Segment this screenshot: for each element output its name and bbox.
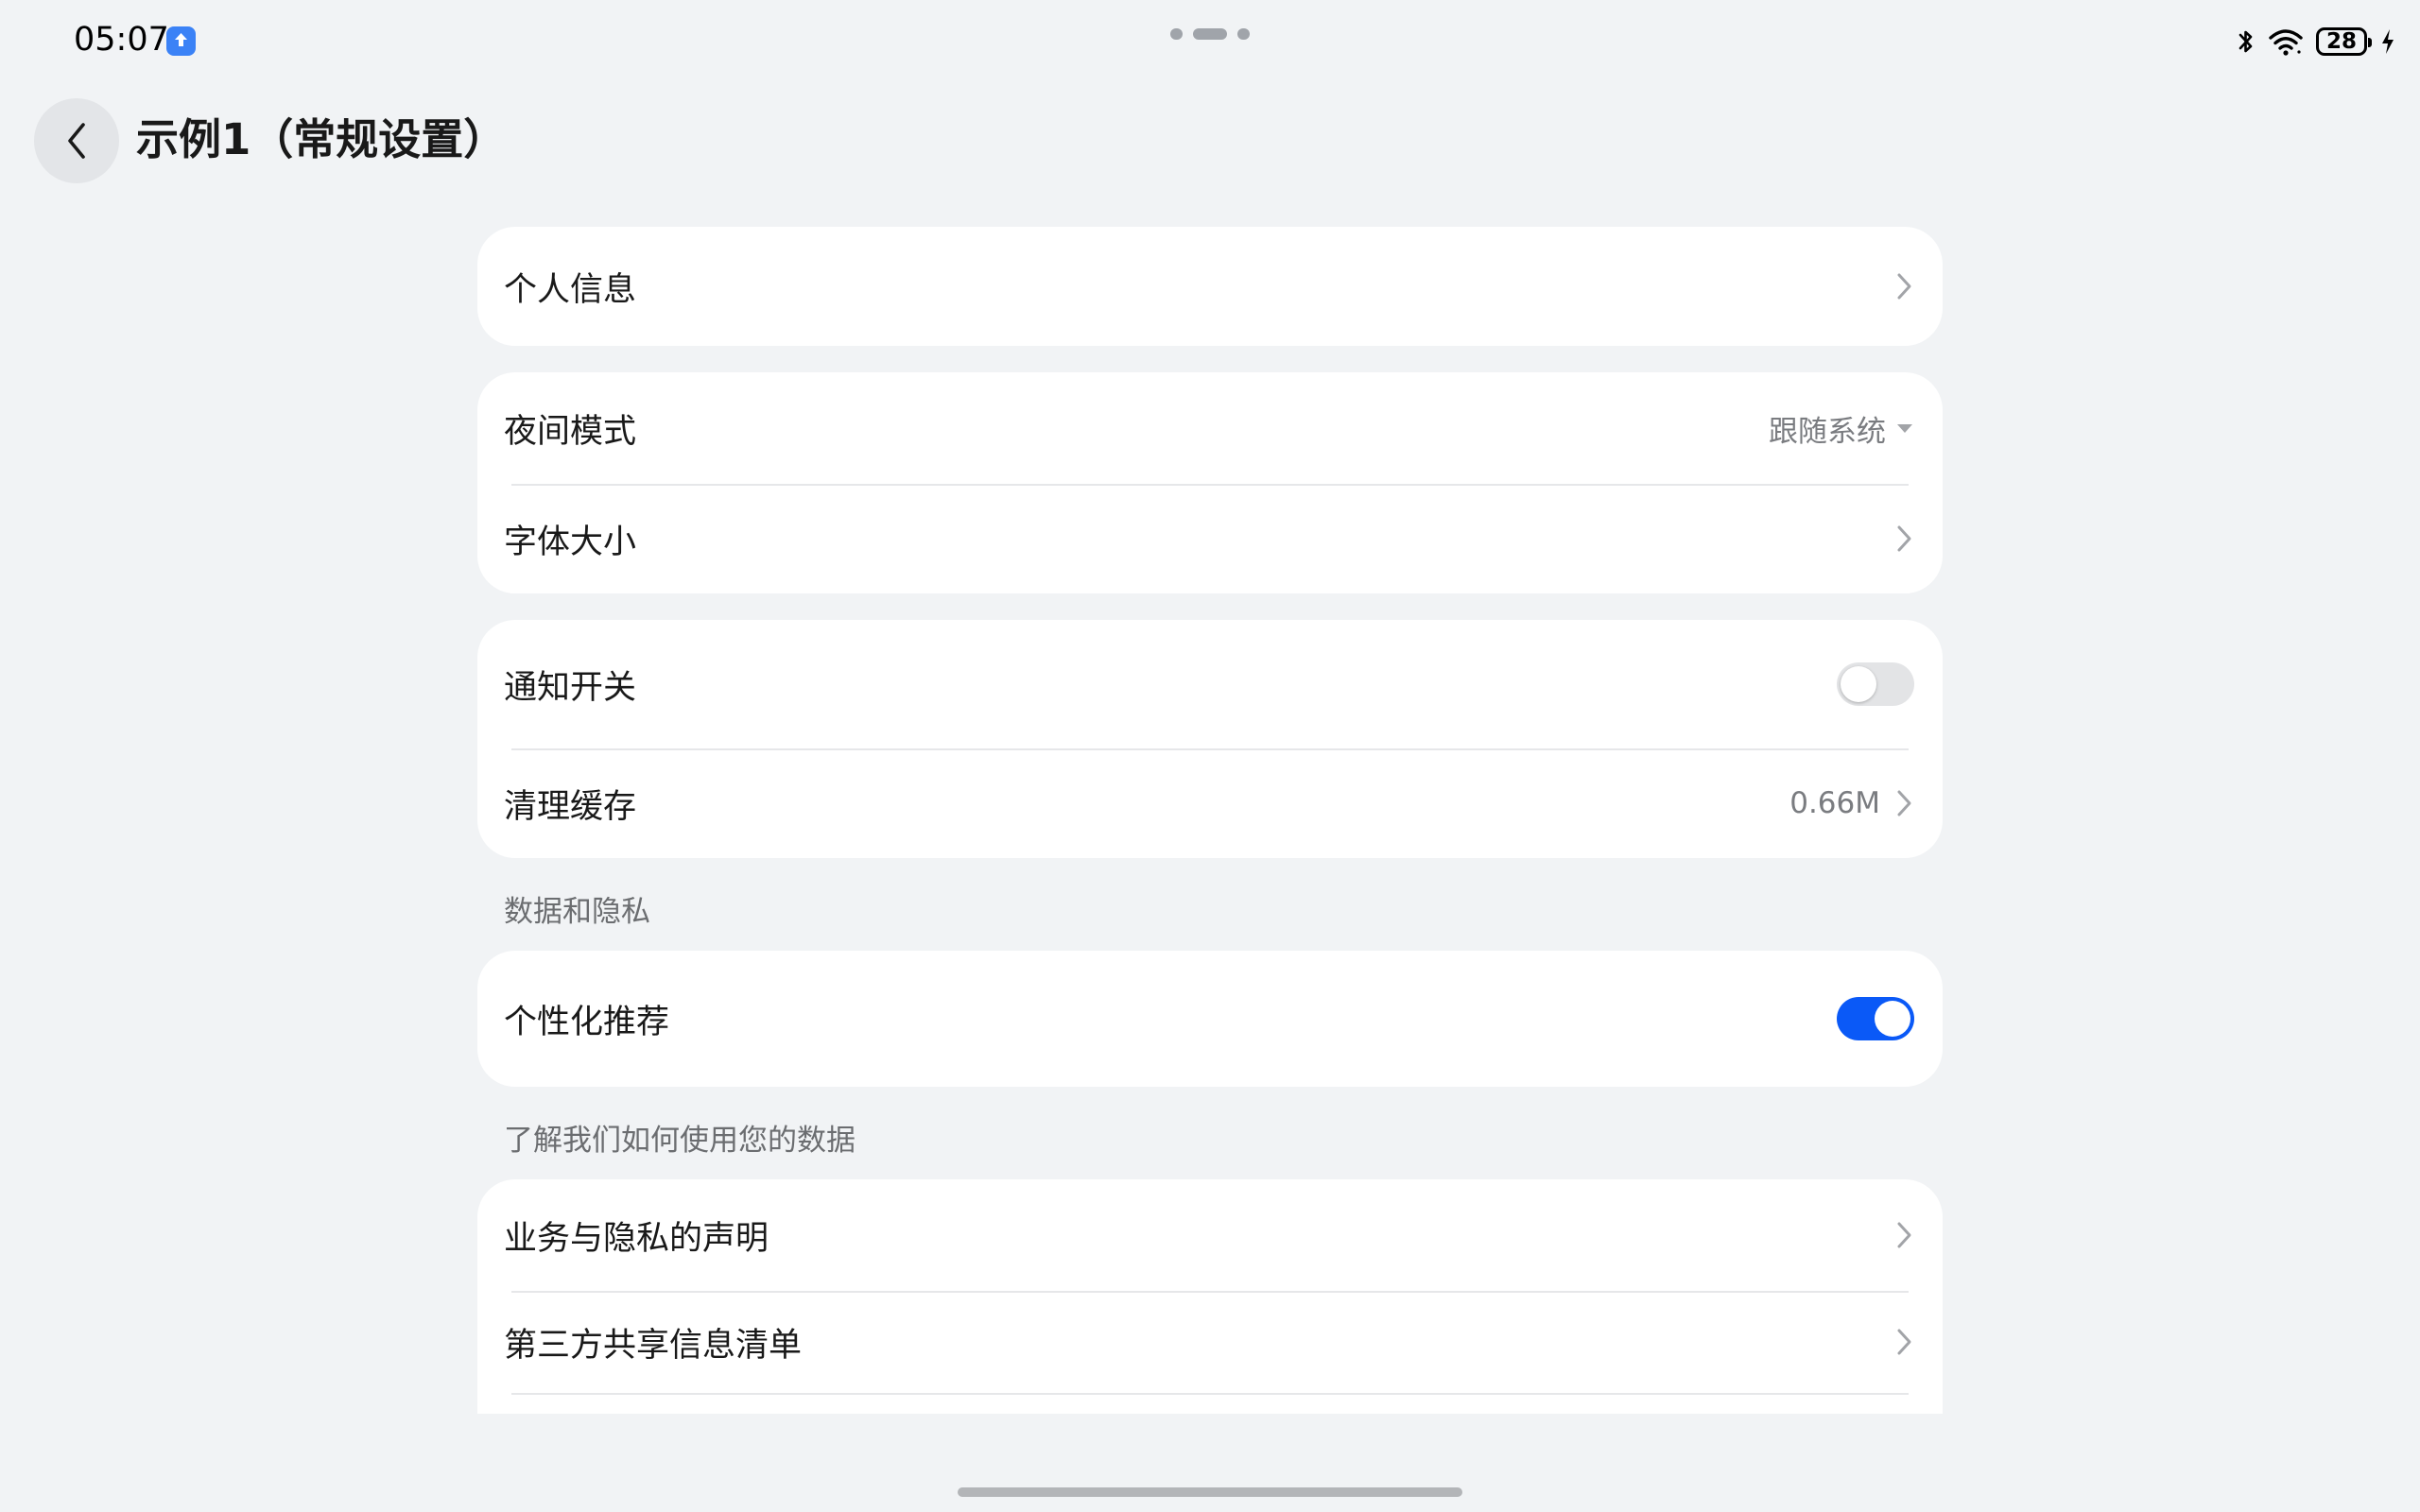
chevron-right-icon xyxy=(1897,1222,1911,1248)
settings-card-general: 通知开关 清理缓存 0.66M xyxy=(477,620,1943,858)
status-bar: 05:07 28 xyxy=(0,0,2420,79)
row-label: 第三方共享信息清单 xyxy=(504,1326,803,1365)
multiwindow-handle[interactable] xyxy=(1170,26,1252,42)
status-time: 05:07 xyxy=(74,21,169,59)
settings-card-personal: 个人信息 xyxy=(477,227,1943,346)
handle-dot xyxy=(1237,28,1250,40)
wifi-icon xyxy=(2269,29,2303,56)
chevron-right-icon xyxy=(1897,273,1911,300)
settings-card-display: 夜间模式 跟随系统 字体大小 xyxy=(477,372,1943,593)
chevron-right-icon xyxy=(1897,525,1911,552)
dropdown-caret-icon xyxy=(1897,424,1912,433)
row-label: 清理缓存 xyxy=(504,787,637,826)
clear-cache-row[interactable]: 清理缓存 0.66M xyxy=(477,748,1943,858)
battery-icon: 28 xyxy=(2316,27,2372,56)
section-header-privacy: 数据和隐私 xyxy=(504,895,650,929)
back-button[interactable] xyxy=(34,98,119,183)
notification-row[interactable]: 通知开关 xyxy=(477,620,1943,748)
settings-card-privacy: 个性化推荐 xyxy=(477,951,1943,1087)
personalized-recommendation-row[interactable]: 个性化推荐 xyxy=(477,951,1943,1087)
section-header-data-usage: 了解我们如何使用您的数据 xyxy=(504,1124,856,1158)
font-size-row[interactable]: 字体大小 xyxy=(477,484,1943,593)
home-indicator[interactable] xyxy=(958,1487,1462,1497)
bluetooth-icon xyxy=(2238,30,2253,53)
night-mode-row[interactable]: 夜间模式 跟随系统 xyxy=(477,372,1943,484)
row-label: 通知开关 xyxy=(504,668,637,707)
row-label: 个人信息 xyxy=(504,270,637,309)
notification-app-icon xyxy=(166,26,196,56)
night-mode-value: 跟随系统 xyxy=(1769,414,1886,449)
settings-card-data-usage: 业务与隐私的声明 第三方共享信息清单 xyxy=(477,1179,1943,1414)
page-title: 示例1（常规设置） xyxy=(136,114,507,164)
personal-info-row[interactable]: 个人信息 xyxy=(477,227,1943,346)
handle-dot xyxy=(1170,28,1183,40)
personalized-recommendation-toggle[interactable] xyxy=(1837,997,1914,1040)
row-label: 个性化推荐 xyxy=(504,1003,670,1041)
privacy-statement-row[interactable]: 业务与隐私的声明 xyxy=(477,1179,1943,1291)
settings-list: 个人信息 夜间模式 跟随系统 字体大小 通知开关 清理缓存 0.66M 数据和隐… xyxy=(477,227,1943,1414)
toggle-knob xyxy=(1841,666,1876,702)
toggle-knob xyxy=(1875,1001,1910,1037)
chevron-left-icon xyxy=(68,123,85,159)
handle-pill xyxy=(1193,28,1227,40)
status-icons: 28 xyxy=(2237,23,2395,60)
row-label: 业务与隐私的声明 xyxy=(504,1219,769,1258)
row-label: 字体大小 xyxy=(504,523,637,561)
cache-size-value: 0.66M xyxy=(1789,786,1880,820)
row-label: 夜间模式 xyxy=(504,412,637,451)
chevron-right-icon xyxy=(1897,1329,1911,1355)
third-party-sharing-row[interactable]: 第三方共享信息清单 xyxy=(477,1291,1943,1393)
battery-level: 28 xyxy=(2325,28,2357,54)
charging-icon xyxy=(2382,29,2394,54)
chevron-right-icon xyxy=(1897,790,1911,816)
notification-toggle[interactable] xyxy=(1837,662,1914,706)
next-row-partial xyxy=(477,1393,1943,1414)
